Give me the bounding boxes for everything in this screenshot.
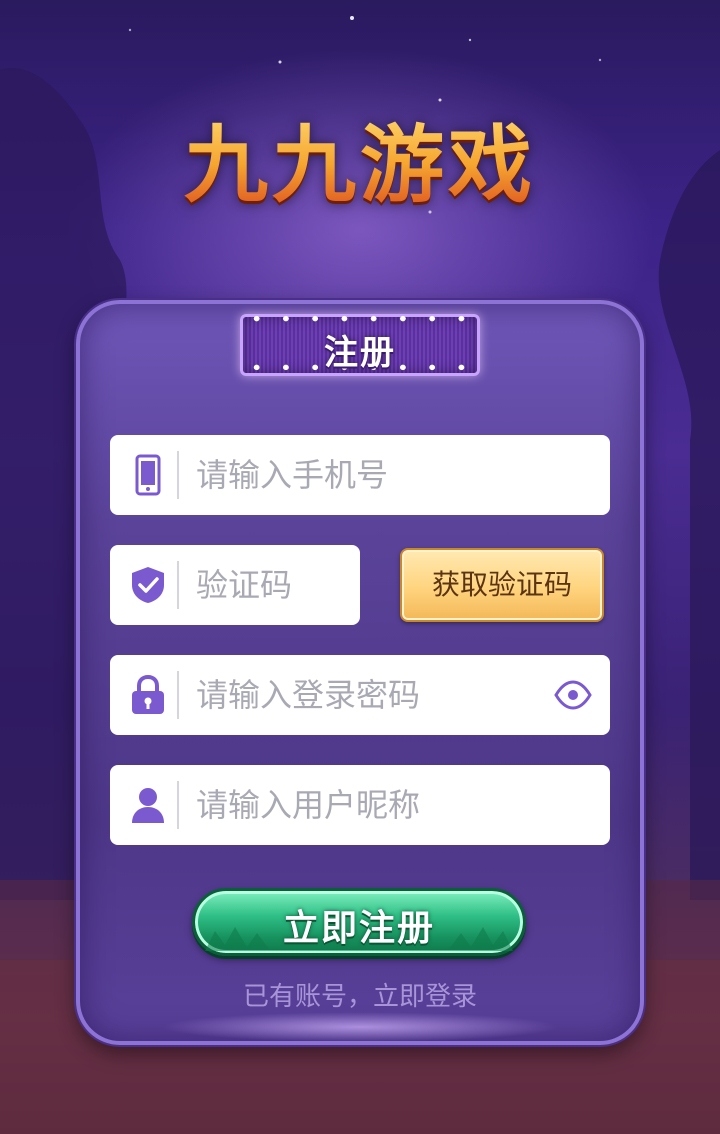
phone-field[interactable]: [110, 435, 610, 515]
panel-glow: [160, 1012, 560, 1042]
phone-input[interactable]: [196, 435, 596, 515]
title-plate: 注册: [240, 314, 480, 376]
field-divider: [177, 671, 179, 719]
field-divider: [177, 561, 179, 609]
user-icon: [126, 783, 170, 827]
code-field[interactable]: [110, 545, 360, 625]
password-field[interactable]: [110, 655, 610, 735]
panel-title: 注册: [324, 333, 396, 373]
code-input[interactable]: [196, 545, 346, 625]
get-code-button[interactable]: 获取验证码: [400, 548, 604, 622]
password-input[interactable]: [196, 655, 536, 735]
field-divider: [177, 451, 179, 499]
nickname-field[interactable]: [110, 765, 610, 845]
lock-icon: [126, 673, 170, 717]
register-button[interactable]: 立即注册: [192, 888, 526, 956]
eye-icon[interactable]: [554, 679, 592, 711]
field-divider: [177, 781, 179, 829]
register-button-label: 立即注册: [282, 908, 435, 949]
phone-icon: [126, 453, 170, 497]
login-link[interactable]: 已有账号，立即登录: [0, 976, 720, 1013]
shield-check-icon: [126, 563, 170, 607]
game-logo: 九九游戏: [0, 98, 720, 219]
nickname-input[interactable]: [196, 765, 596, 845]
